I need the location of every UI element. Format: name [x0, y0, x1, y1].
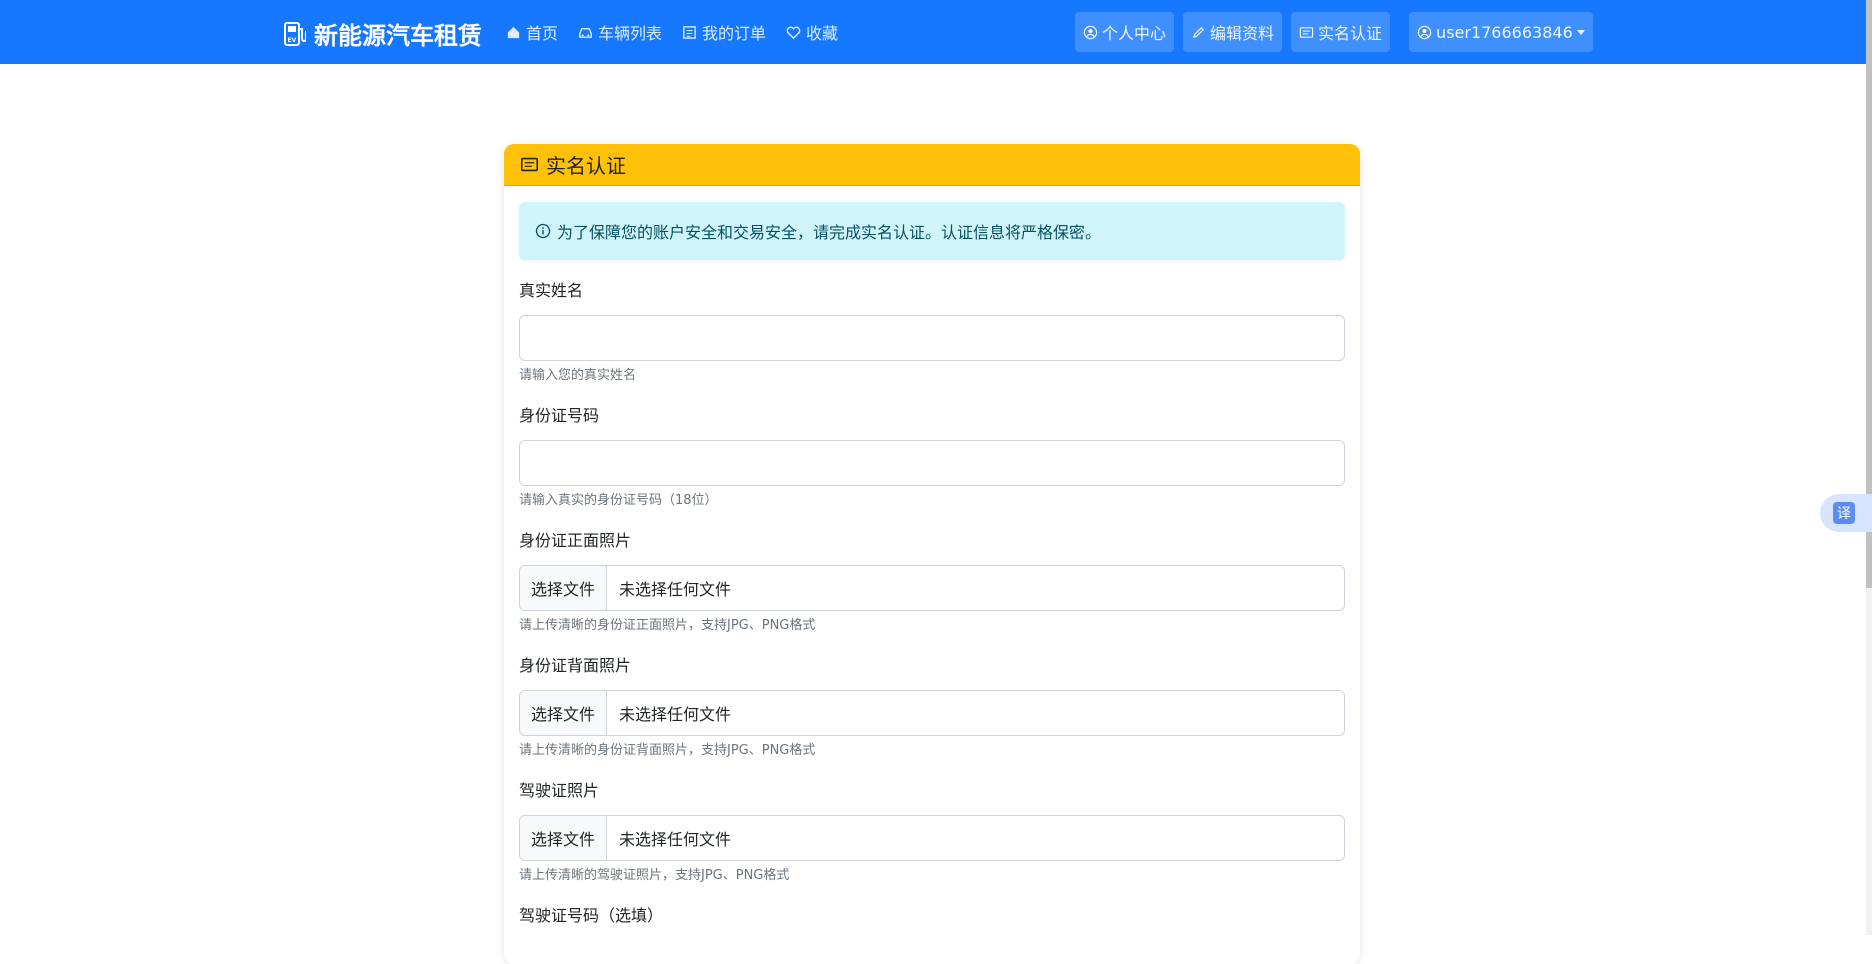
- svg-text:EV: EV: [288, 37, 297, 44]
- verify-label: 实名认证: [1318, 24, 1383, 43]
- id-front-group: 身份证正面照片 选择文件 未选择任何文件 请上传清晰的身份证正面照片，支持JPG…: [519, 530, 1345, 635]
- nav-vehicles-label: 车辆列表: [598, 24, 663, 43]
- chevron-down-icon: [1576, 29, 1585, 35]
- nav-favorites[interactable]: 收藏: [786, 18, 838, 46]
- heart-icon: [786, 26, 801, 39]
- profile-label: 个人中心: [1102, 24, 1167, 43]
- real-name-input[interactable]: [519, 315, 1345, 361]
- real-name-label: 真实姓名: [519, 281, 584, 300]
- alert-text: 为了保障您的账户安全和交易安全，请完成实名认证。认证信息将严格保密。: [557, 223, 1102, 242]
- license-file-input[interactable]: 选择文件 未选择任何文件: [519, 815, 1345, 861]
- card-title: 实名认证: [546, 154, 626, 178]
- id-card-icon: [1299, 26, 1314, 38]
- id-back-help: 请上传清晰的身份证背面照片，支持JPG、PNG格式: [519, 743, 816, 758]
- user-dropdown[interactable]: user1766663846: [1409, 12, 1593, 52]
- id-number-help: 请输入真实的身份证号码（18位）: [519, 493, 718, 508]
- nav-home[interactable]: 首页: [506, 18, 558, 46]
- info-alert: 为了保障您的账户安全和交易安全，请完成实名认证。认证信息将严格保密。: [519, 202, 1345, 260]
- nav-orders-label: 我的订单: [702, 24, 767, 43]
- verify-button[interactable]: 实名认证: [1291, 12, 1391, 52]
- nav-home-label: 首页: [526, 24, 559, 43]
- real-name-help: 请输入您的真实姓名: [519, 368, 637, 383]
- id-number-input[interactable]: [519, 440, 1345, 486]
- id-front-label: 身份证正面照片: [519, 531, 632, 550]
- translate-icon: 译: [1833, 502, 1855, 524]
- id-back-status: 未选择任何文件: [619, 705, 732, 724]
- license-group: 驾驶证照片 选择文件 未选择任何文件 请上传清晰的驾驶证照片，支持JPG、PNG…: [519, 780, 1345, 885]
- id-front-file-input[interactable]: 选择文件 未选择任何文件: [519, 565, 1345, 611]
- license-number-label: 驾驶证号码（选填）: [519, 906, 664, 925]
- license-number-group: 驾驶证号码（选填）: [519, 905, 1345, 927]
- car-icon: [579, 27, 592, 38]
- id-back-file-input[interactable]: 选择文件 未选择任何文件: [519, 690, 1345, 736]
- page-scrollbar[interactable]: [1866, 0, 1872, 935]
- brand-name: 新能源汽车租赁: [314, 22, 482, 50]
- edit-profile-button[interactable]: 编辑资料: [1183, 12, 1283, 52]
- id-front-choose-button[interactable]: 选择文件: [520, 566, 608, 610]
- nav-favorites-label: 收藏: [806, 24, 839, 43]
- brand[interactable]: EV 新能源汽车租赁: [284, 16, 482, 51]
- id-back-label: 身份证背面照片: [519, 656, 632, 675]
- translate-button[interactable]: 译: [1820, 494, 1872, 532]
- info-icon: [535, 223, 551, 239]
- nav-orders[interactable]: 我的订单: [682, 18, 766, 46]
- license-status: 未选择任何文件: [619, 830, 732, 849]
- real-name-group: 真实姓名 请输入您的真实姓名: [519, 280, 1345, 385]
- id-number-group: 身份证号码 请输入真实的身份证号码（18位）: [519, 405, 1345, 510]
- home-icon: [507, 26, 520, 38]
- id-front-help: 请上传清晰的身份证正面照片，支持JPG、PNG格式: [519, 618, 816, 633]
- username: user1766663846: [1436, 22, 1573, 42]
- id-card-icon: [521, 157, 538, 172]
- top-navbar: EV 新能源汽车租赁 首页 车辆列表 我的订单 收藏 个人中心 编辑资料 实名认…: [0, 0, 1866, 64]
- license-label: 驾驶证照片: [519, 781, 600, 800]
- verification-card: 实名认证 为了保障您的账户安全和交易安全，请完成实名认证。认证信息将严格保密。 …: [504, 144, 1360, 964]
- nav-vehicles[interactable]: 车辆列表: [578, 18, 662, 46]
- id-back-group: 身份证背面照片 选择文件 未选择任何文件 请上传清晰的身份证背面照片，支持JPG…: [519, 655, 1345, 760]
- list-icon: [683, 25, 696, 39]
- pencil-icon: [1192, 26, 1205, 38]
- id-number-label: 身份证号码: [519, 406, 600, 425]
- user-circle-icon: [1083, 25, 1098, 39]
- user-circle-icon: [1417, 25, 1432, 39]
- license-help: 请上传清晰的驾驶证照片，支持JPG、PNG格式: [519, 868, 790, 883]
- profile-button[interactable]: 个人中心: [1075, 12, 1175, 52]
- card-header: 实名认证: [504, 144, 1360, 186]
- id-front-status: 未选择任何文件: [619, 580, 732, 599]
- ev-charger-icon: EV: [284, 21, 306, 46]
- id-back-choose-button[interactable]: 选择文件: [520, 691, 608, 735]
- edit-profile-label: 编辑资料: [1210, 24, 1275, 43]
- license-choose-button[interactable]: 选择文件: [520, 816, 608, 860]
